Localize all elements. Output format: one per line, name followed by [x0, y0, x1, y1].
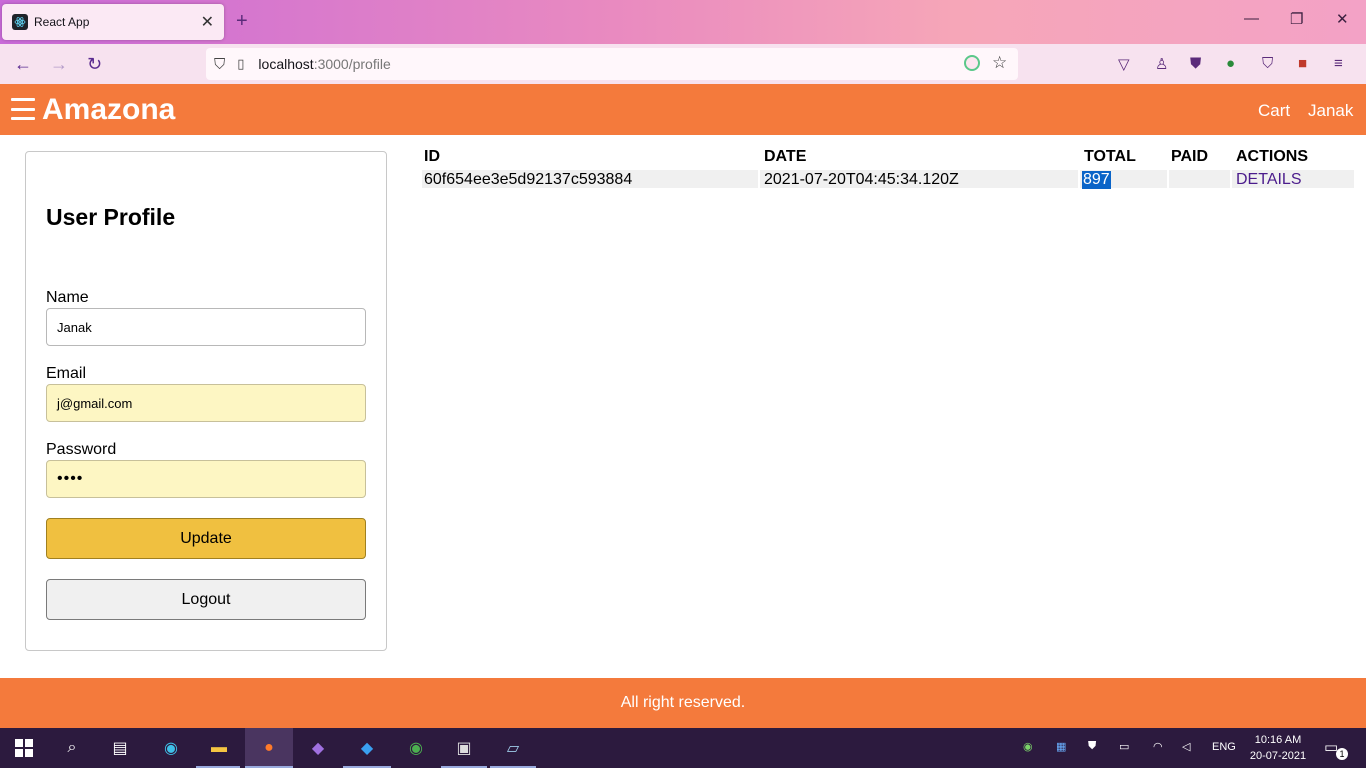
cell-divider — [1167, 170, 1169, 188]
extension-icon[interactable] — [964, 55, 980, 71]
column-header-date: DATE — [764, 148, 807, 165]
terminal-icon[interactable]: ▣ — [452, 736, 476, 760]
browser-tab-bar: React App ✕ + — ❐ ✕ — [0, 0, 1366, 44]
clock-time: 10:16 AM — [1254, 734, 1302, 746]
react-icon — [12, 14, 28, 30]
password-input[interactable]: •••• — [46, 460, 366, 498]
windows-start-icon[interactable] — [12, 736, 36, 760]
bookmark-star-icon[interactable]: ☆ — [992, 53, 1007, 73]
battery-icon[interactable]: ▭ — [1119, 740, 1129, 753]
url-path: :3000/profile — [313, 56, 391, 72]
column-header-paid: PAID — [1171, 148, 1209, 165]
menu-icon[interactable]: ≡ — [1334, 55, 1343, 72]
language-indicator[interactable]: ENG — [1212, 741, 1236, 753]
close-tab-icon[interactable]: ✕ — [201, 12, 214, 32]
volume-icon[interactable]: ◁ — [1182, 740, 1190, 753]
cell-divider — [1078, 170, 1080, 188]
notification-count-badge: 1 — [1336, 748, 1348, 760]
security-shield-icon[interactable]: ⛊ — [1088, 740, 1096, 753]
file-explorer-icon[interactable]: ▬ — [207, 736, 231, 760]
app-footer: All right reserved. — [0, 678, 1366, 728]
column-header-id: ID — [424, 148, 440, 165]
clock-date: 20-07-2021 — [1249, 750, 1307, 762]
email-label: Email — [46, 365, 87, 382]
shield-icon[interactable]: ⛉ — [214, 56, 225, 73]
user-profile-card: User Profile Name Janak Email j@gmail.co… — [25, 151, 387, 651]
wifi-icon[interactable]: ◠ — [1153, 740, 1163, 753]
update-button[interactable]: Update — [46, 518, 366, 559]
chrome-icon[interactable]: ◉ — [404, 736, 428, 760]
ublock-icon[interactable]: ⛉ — [1262, 55, 1273, 72]
edge-browser-icon[interactable]: ◉ — [159, 736, 183, 760]
user-menu-link[interactable]: Janak — [1308, 101, 1353, 121]
order-details-link[interactable]: DETAILS — [1236, 171, 1302, 189]
firefox-icon[interactable]: ● — [257, 736, 281, 760]
app-header: Amazona Cart Janak — [0, 84, 1366, 135]
page-title: User Profile — [46, 204, 176, 230]
addon-icon[interactable]: ■ — [1298, 55, 1307, 72]
visual-studio-icon[interactable]: ◆ — [306, 736, 330, 760]
pocket-icon[interactable]: ▽ — [1118, 55, 1130, 73]
logout-button[interactable]: Logout — [46, 579, 366, 620]
tray-network-app-icon[interactable]: ▦ — [1056, 740, 1066, 753]
window-close-icon[interactable]: ✕ — [1336, 10, 1349, 28]
new-tab-icon[interactable]: + — [236, 10, 248, 33]
column-header-actions: ACTIONS — [1236, 148, 1308, 165]
url-bar[interactable]: ⛉ ▯ localhost:3000/profile ☆ — [206, 48, 1018, 80]
browser-tab[interactable]: React App ✕ — [2, 4, 224, 40]
privacy-badger-icon[interactable]: ⛊ — [1190, 55, 1201, 72]
url-host: localhost — [258, 56, 314, 72]
task-view-icon[interactable]: ▤ — [108, 736, 132, 760]
email-input[interactable]: j@gmail.com — [46, 384, 366, 422]
order-id-cell: 60f654ee3e5d92137c593884 — [424, 171, 633, 188]
windows-taskbar: ⌕ ▤ ◉ ▬ ● ◆ ◆ ◉ ▣ ▱ ◉ ▦ ⛊ ▭ ◠ ◁ ENG 10:1… — [0, 728, 1366, 768]
vpn-globe-icon[interactable]: ● — [1226, 55, 1235, 72]
notepad-icon[interactable]: ▱ — [501, 736, 525, 760]
brand-logo-link[interactable]: Amazona — [42, 93, 175, 127]
cell-divider — [1230, 170, 1232, 188]
restore-icon[interactable]: ❐ — [1290, 10, 1303, 28]
back-icon[interactable]: ← — [14, 54, 32, 75]
order-total-cell: 897 — [1082, 171, 1111, 189]
minimize-icon[interactable]: — — [1244, 10, 1259, 27]
page-icon: ▯ — [237, 56, 245, 71]
forward-icon[interactable]: → — [50, 54, 68, 75]
cell-divider — [758, 170, 760, 188]
cart-link[interactable]: Cart — [1258, 101, 1290, 121]
password-label: Password — [46, 441, 117, 458]
taskbar-clock[interactable]: 10:16 AM 20-07-2021 — [1246, 732, 1310, 764]
name-input[interactable]: Janak — [46, 308, 366, 346]
extension-fox-icon[interactable]: ♙ — [1155, 55, 1168, 73]
column-header-total: TOTAL — [1084, 148, 1136, 165]
tray-app-icon[interactable]: ◉ — [1023, 740, 1033, 753]
footer-text: All right reserved. — [620, 694, 746, 711]
vscode-icon[interactable]: ◆ — [355, 736, 379, 760]
browser-nav-bar: ← → ↻ ⛉ ▯ localhost:3000/profile ☆ ▽ ♙ ⛊… — [0, 44, 1366, 84]
search-icon[interactable]: ⌕ — [60, 736, 84, 760]
hamburger-menu-icon[interactable] — [11, 96, 35, 122]
name-label: Name — [46, 289, 89, 306]
order-date-cell: 2021-07-20T04:45:34.120Z — [764, 171, 959, 188]
reload-icon[interactable]: ↻ — [87, 54, 102, 75]
tab-title: React App — [34, 15, 90, 29]
